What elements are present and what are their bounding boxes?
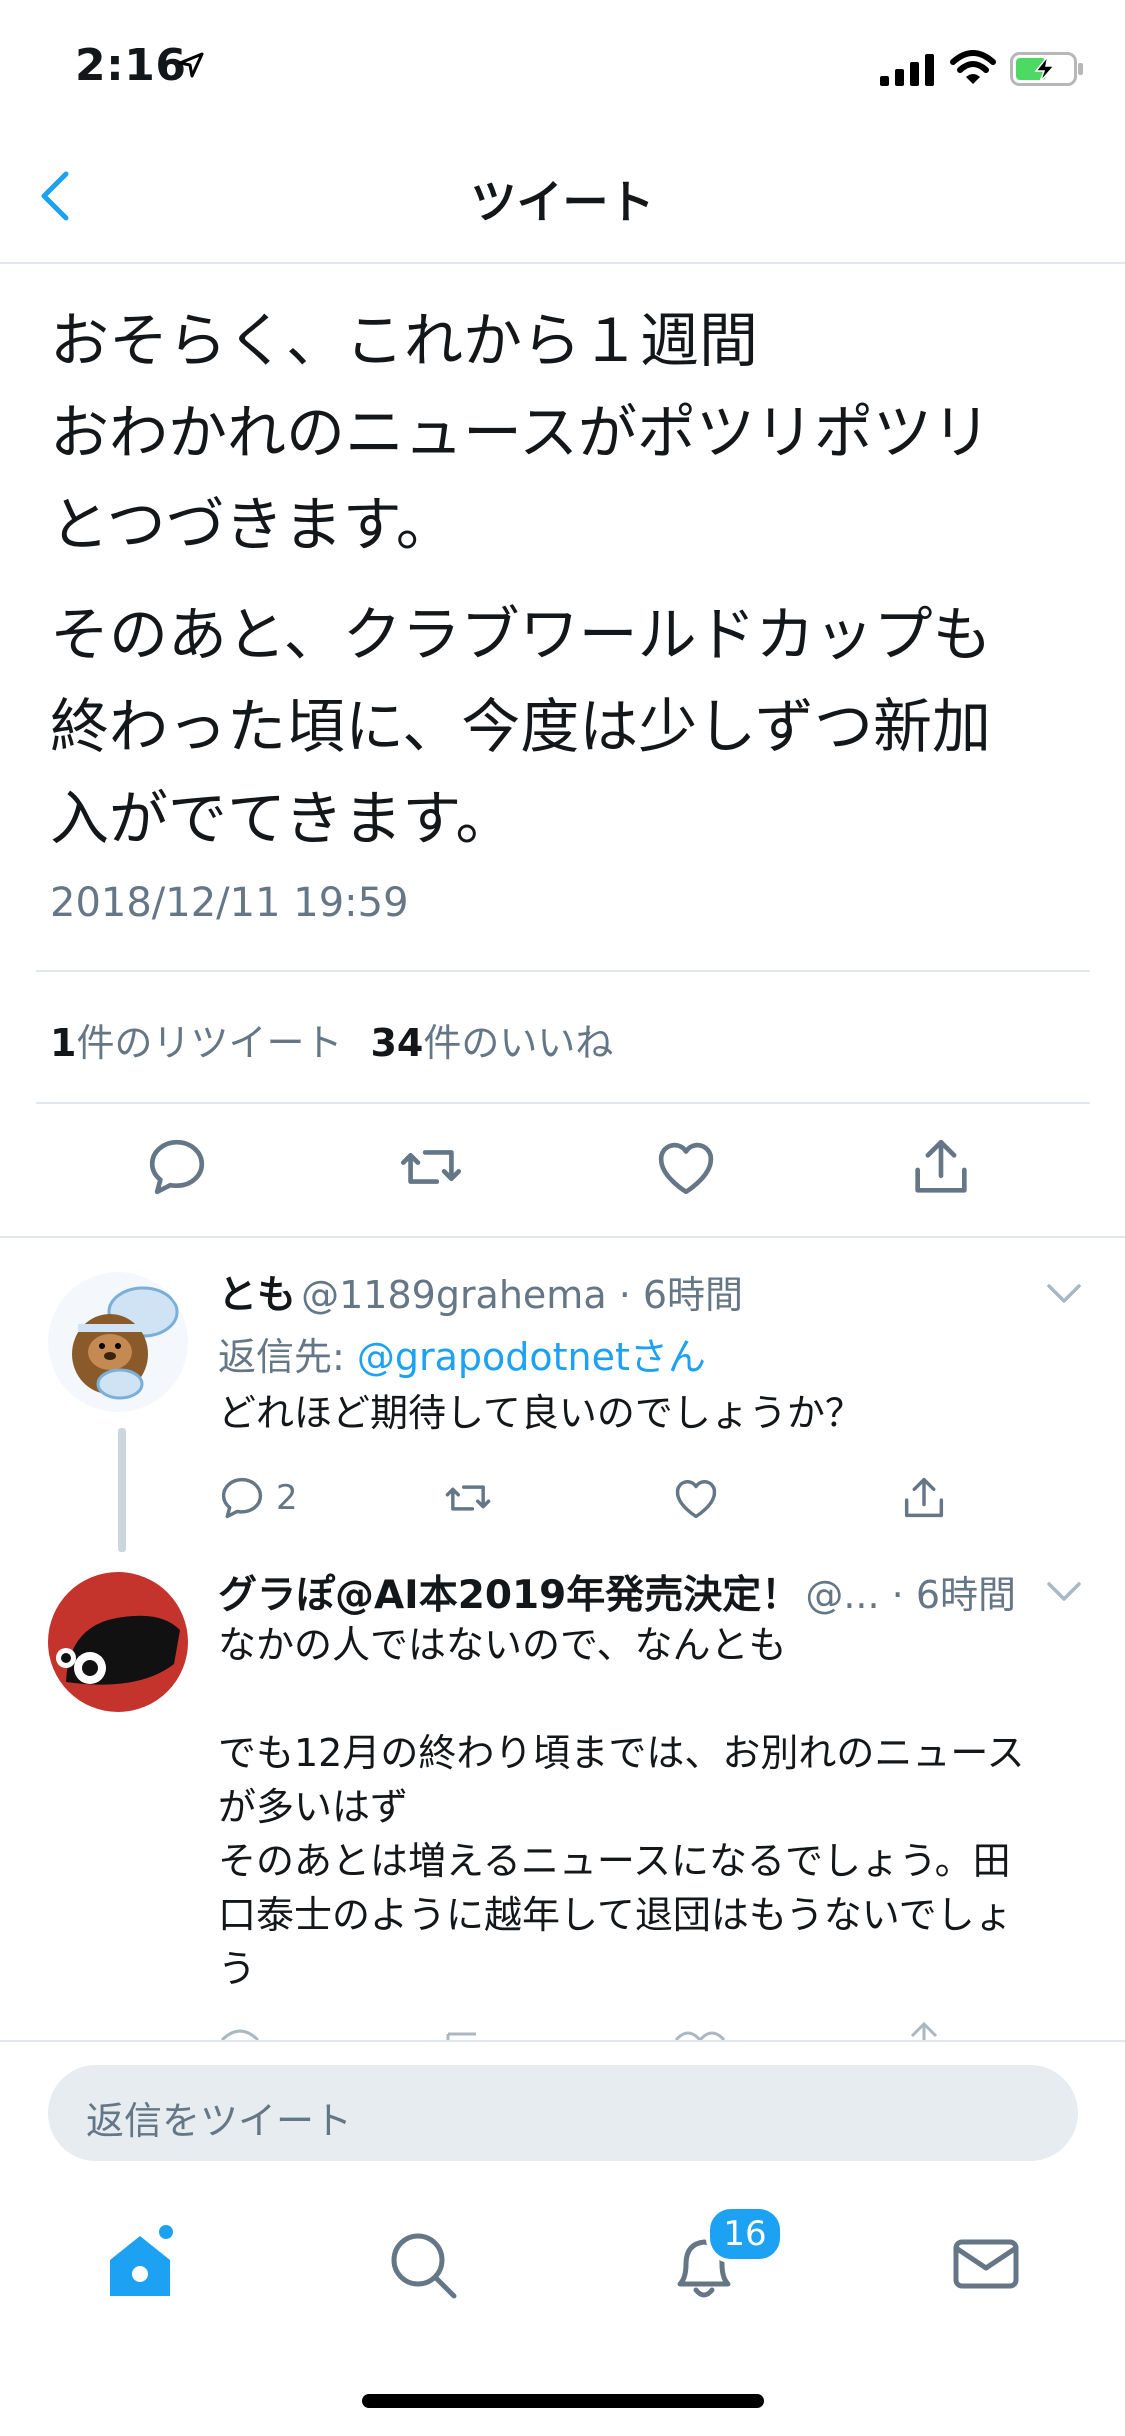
- cellular-signal-icon: [880, 54, 936, 90]
- reply-to-label: 返信先:: [218, 1335, 357, 1379]
- share-button[interactable]: [898, 1472, 950, 1524]
- divider: [36, 970, 1090, 972]
- divider: [36, 1102, 1090, 1104]
- avatar[interactable]: [48, 1272, 188, 1412]
- reply-text: どれほど期待して良いのでしょうか？: [218, 1391, 863, 1435]
- reply-icon: [149, 1139, 205, 1195]
- reply-text: なかの人ではないので、なんとも でも12月の終わり頃までは、お別れのニュース が…: [218, 1623, 1025, 1991]
- likes-link[interactable]: 34件のいいね: [370, 1021, 613, 1065]
- retweet-count: 1: [50, 1021, 77, 1065]
- tweet-text-paragraph-1: おそらく、これから１週間 おわかれのニュースがポツリポツリ とつづきます。: [50, 306, 992, 559]
- reply-author-handle[interactable]: @... · 6時間: [805, 1573, 1016, 1617]
- tweet-text-paragraph-2: そのあと、クラブワールドカップも 終わった頃に、今度は少しずつ新加 入がでてきま…: [50, 600, 992, 853]
- notification-badge: 16: [706, 2205, 784, 2263]
- reply-author-name[interactable]: とも: [218, 1273, 296, 1318]
- reply-button[interactable]: [142, 1132, 212, 1202]
- like-count: 34: [370, 1021, 424, 1065]
- reply-header: とも @1189grahema · 6時間: [218, 1264, 743, 1320]
- share-icon: [915, 1139, 967, 1193]
- wifi-icon: [950, 50, 996, 90]
- reply-input-placeholder: 返信をツイート: [86, 2099, 353, 2143]
- search-icon: [391, 2233, 457, 2299]
- retweets-link[interactable]: 1件のリツイート: [50, 1021, 342, 1065]
- header-divider: [0, 262, 1125, 264]
- retweet-button[interactable]: [396, 1132, 466, 1202]
- tab-home[interactable]: [100, 2224, 180, 2304]
- chevron-down-icon: [1047, 1582, 1081, 1601]
- reply-button[interactable]: [216, 1472, 268, 1524]
- home-icon: [110, 2225, 173, 2296]
- home-indicator: [362, 2394, 764, 2408]
- reply-actions-partial: [0, 2018, 1125, 2040]
- divider: [0, 1236, 1125, 1238]
- retweet-button[interactable]: [442, 1472, 494, 1524]
- retweet-label: 件のリツイート: [76, 1021, 343, 1065]
- tweet-timestamp: 2018/12/11 19:59: [50, 880, 409, 926]
- tweet-menu-button[interactable]: [1046, 1580, 1082, 1604]
- like-button[interactable]: [651, 1132, 721, 1202]
- tweet-stats: 1件のリツイート 34件のいいね: [50, 1012, 613, 1067]
- mail-icon: [953, 2239, 1019, 2289]
- heart-icon: [658, 1142, 714, 1195]
- page-title: ツイート: [470, 175, 655, 229]
- reply-to-line: 返信先: @grapodotnetさん: [218, 1326, 706, 1381]
- reply-icon: [221, 1477, 263, 1519]
- retweet-icon: [445, 1485, 491, 1511]
- reply-header: グラぽ@AI本2019年発売決定！ @... · 6時間: [218, 1564, 1018, 1620]
- like-button[interactable]: [670, 1472, 722, 1524]
- share-button[interactable]: [906, 1132, 976, 1202]
- tab-messages[interactable]: [946, 2224, 1026, 2304]
- retweet-icon: [400, 1150, 462, 1184]
- reply-author-name[interactable]: グラぽ@AI本2019年発売決定！: [218, 1573, 800, 1618]
- heart-icon: [675, 1480, 717, 1519]
- share-icon: [904, 1477, 944, 1518]
- avatar[interactable]: [48, 1572, 188, 1712]
- chevron-down-icon: [1047, 1284, 1081, 1303]
- tab-search[interactable]: [382, 2224, 462, 2304]
- reply-count: 2: [276, 1478, 298, 1518]
- battery-charging-icon: [1010, 52, 1084, 90]
- tweet-menu-button[interactable]: [1046, 1282, 1082, 1306]
- reply-author-handle[interactable]: @1189grahema · 6時間: [301, 1273, 743, 1317]
- reply-to-handle-link[interactable]: @grapodotnetさん: [357, 1335, 706, 1379]
- location-arrow-icon: [178, 52, 204, 82]
- like-label: 件のいいね: [423, 1021, 614, 1065]
- thread-line: [118, 1428, 126, 1552]
- status-time: 2:16: [75, 40, 187, 91]
